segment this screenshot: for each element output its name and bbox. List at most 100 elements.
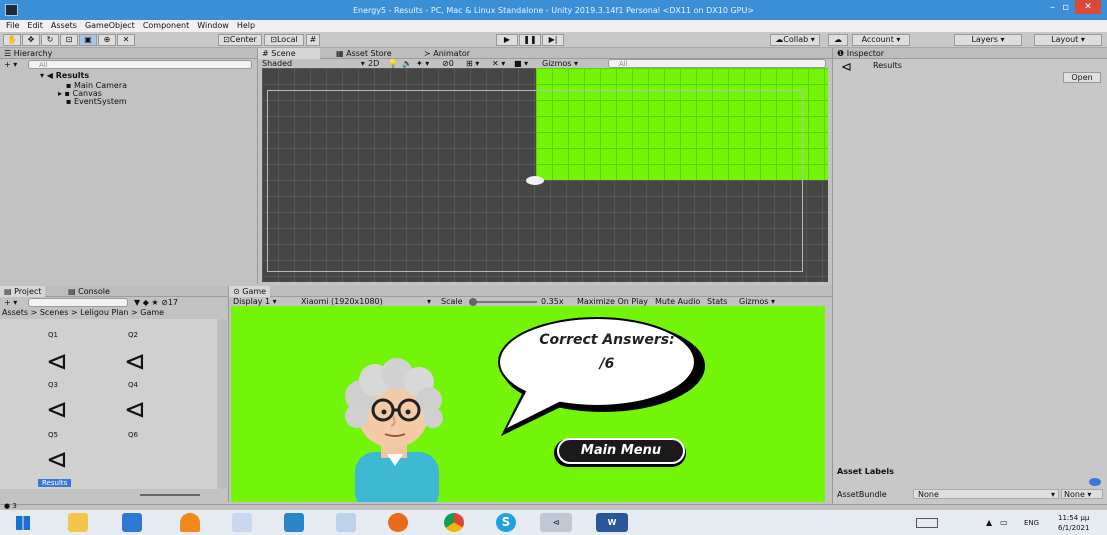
asset-q1[interactable]: Q1: [48, 331, 58, 339]
lighting-icon[interactable]: 💡: [388, 59, 398, 68]
play-button[interactable]: ▶: [496, 34, 518, 46]
tab-scene[interactable]: # Scene: [258, 48, 320, 59]
keyboard-icon[interactable]: [916, 518, 938, 528]
pause-button[interactable]: ❚❚: [519, 34, 541, 46]
app-icon[interactable]: [232, 513, 252, 532]
network-icon[interactable]: ▭: [1000, 518, 1008, 527]
asset-results[interactable]: Results: [38, 479, 72, 487]
transform-tool-icon[interactable]: ⊕: [98, 34, 116, 46]
scene-asset-icon[interactable]: ⊲: [124, 395, 146, 425]
effects-icon[interactable]: ✦ ▾: [416, 59, 429, 68]
menu-file[interactable]: File: [6, 20, 19, 32]
game-view[interactable]: Correct Answers: /6 Main Menu: [231, 306, 825, 502]
rotate-tool-icon[interactable]: ↻: [41, 34, 59, 46]
gizmos-dropdown[interactable]: Gizmos ▾: [542, 59, 578, 68]
store-icon[interactable]: [122, 513, 142, 532]
close-button[interactable]: ✕: [1075, 0, 1101, 14]
hierarchy-item-eventsystem[interactable]: ▪ EventSystem: [66, 97, 127, 106]
tab-animator[interactable]: ≻ Animator: [420, 48, 474, 59]
clock-time[interactable]: 11:54 μμ: [1058, 514, 1089, 522]
assetbundle-variant-dropdown[interactable]: None ▾: [1061, 489, 1103, 499]
asset-q6[interactable]: Q6: [128, 431, 138, 439]
main-menu-button[interactable]: Main Menu: [557, 438, 685, 464]
inspector-tab[interactable]: Inspector: [847, 49, 884, 58]
scene-asset-icon[interactable]: ⊲: [124, 347, 146, 377]
hand-tool-icon[interactable]: ✋: [3, 34, 21, 46]
shading-dropdown[interactable]: Shaded ▾: [262, 59, 365, 68]
menu-gameobject[interactable]: GameObject: [85, 20, 135, 32]
pivot-center-button[interactable]: ⊡Center: [218, 34, 262, 46]
hierarchy-search-input[interactable]: All: [28, 60, 252, 69]
labels-icon[interactable]: [1089, 478, 1101, 486]
menu-edit[interactable]: Edit: [27, 20, 43, 32]
unity-taskbar-icon[interactable]: ⊲: [540, 513, 572, 532]
tray-chevron-icon[interactable]: ▲: [986, 518, 992, 527]
asset-q4[interactable]: Q4: [128, 381, 138, 389]
custom-tool-icon[interactable]: ✕: [117, 34, 135, 46]
maximize-button[interactable]: ▫: [1062, 2, 1069, 13]
grid-snap-icon[interactable]: #: [306, 34, 320, 46]
hierarchy-tab[interactable]: Hierarchy: [14, 49, 53, 58]
layout-dropdown[interactable]: Layout ▾: [1034, 34, 1102, 46]
account-dropdown[interactable]: Account ▾: [852, 34, 910, 46]
firefox-icon[interactable]: [388, 513, 408, 532]
clock-date[interactable]: 6/1/2021: [1058, 524, 1089, 532]
toggle-2d-button[interactable]: 2D: [368, 59, 379, 68]
layers-dropdown[interactable]: Layers ▾: [954, 34, 1022, 46]
scene-root-item[interactable]: ▾ ◀ Results: [40, 71, 89, 80]
filter-icons[interactable]: ▼ ◆ ★ ⊘17: [134, 298, 178, 307]
asset-q5[interactable]: Q5: [48, 431, 58, 439]
word-icon[interactable]: W: [596, 513, 628, 532]
tab-game[interactable]: ⊙ Game: [229, 286, 271, 297]
scale-slider-handle[interactable]: [469, 298, 477, 306]
tab-console[interactable]: ▤ Console: [64, 286, 114, 297]
scale-tool-icon[interactable]: ⊡: [60, 34, 78, 46]
open-button[interactable]: Open: [1063, 72, 1101, 83]
grid-icon[interactable]: ⊞ ▾: [466, 59, 479, 68]
asset-q2[interactable]: Q2: [128, 331, 138, 339]
pivot-local-button[interactable]: ⊡Local: [264, 34, 304, 46]
menu-window[interactable]: Window: [197, 20, 229, 32]
media-player-icon[interactable]: [284, 513, 304, 532]
hierarchy-icon: ☰: [4, 49, 14, 58]
rect-tool-icon[interactable]: ▣: [79, 34, 97, 46]
vlc-icon[interactable]: [180, 513, 200, 532]
project-search-input[interactable]: [28, 298, 128, 307]
project-breadcrumb[interactable]: Assets > Scenes > Leligou Plan > Game: [2, 308, 228, 317]
tab-project[interactable]: ▤ Project: [0, 286, 46, 297]
chrome-icon[interactable]: [444, 513, 464, 532]
camera-gizmo-icon[interactable]: [526, 176, 544, 185]
cloud-icon[interactable]: ☁: [828, 34, 848, 46]
tab-asset-store[interactable]: ▦ Asset Store: [332, 48, 396, 59]
hidden-objects-icon[interactable]: ⊘0: [442, 59, 454, 68]
move-tool-icon[interactable]: ✥: [22, 34, 40, 46]
language-indicator[interactable]: ENG: [1024, 519, 1039, 527]
paint-icon[interactable]: [336, 513, 356, 532]
menu-component[interactable]: Component: [143, 20, 189, 32]
tools-icon[interactable]: ✕ ▾: [492, 59, 505, 68]
scene-asset-icon[interactable]: ⊲: [46, 445, 68, 475]
hierarchy-panel: ☰ Hierarchy + ▾ All ▾ ◀ Results ▪ Main C…: [0, 48, 258, 284]
audio-icon[interactable]: 🔈: [402, 59, 412, 68]
scene-search-input[interactable]: All: [608, 59, 826, 68]
scale-slider[interactable]: [469, 301, 537, 303]
create-dropdown[interactable]: + ▾: [4, 60, 17, 69]
camera-icon[interactable]: ■ ▾: [514, 59, 528, 68]
icon-size-slider[interactable]: [140, 494, 200, 496]
step-button[interactable]: ▶|: [542, 34, 564, 46]
assetbundle-dropdown[interactable]: None ▾: [913, 489, 1059, 499]
professor-character: [345, 358, 443, 502]
scene-asset-icon[interactable]: ⊲: [46, 395, 68, 425]
project-scrollbar[interactable]: [218, 319, 227, 489]
skype-icon[interactable]: S: [496, 513, 516, 532]
project-create-dropdown[interactable]: + ▾: [4, 298, 17, 307]
collab-dropdown[interactable]: ☁Collab ▾: [770, 34, 820, 46]
scene-view[interactable]: [262, 68, 828, 282]
file-explorer-icon[interactable]: [68, 513, 88, 532]
menu-assets[interactable]: Assets: [51, 20, 77, 32]
menu-help[interactable]: Help: [237, 20, 255, 32]
windows-start-icon[interactable]: [16, 516, 30, 530]
asset-q3[interactable]: Q3: [48, 381, 58, 389]
scene-asset-icon[interactable]: ⊲: [46, 347, 68, 377]
minimize-button[interactable]: –: [1050, 2, 1055, 13]
